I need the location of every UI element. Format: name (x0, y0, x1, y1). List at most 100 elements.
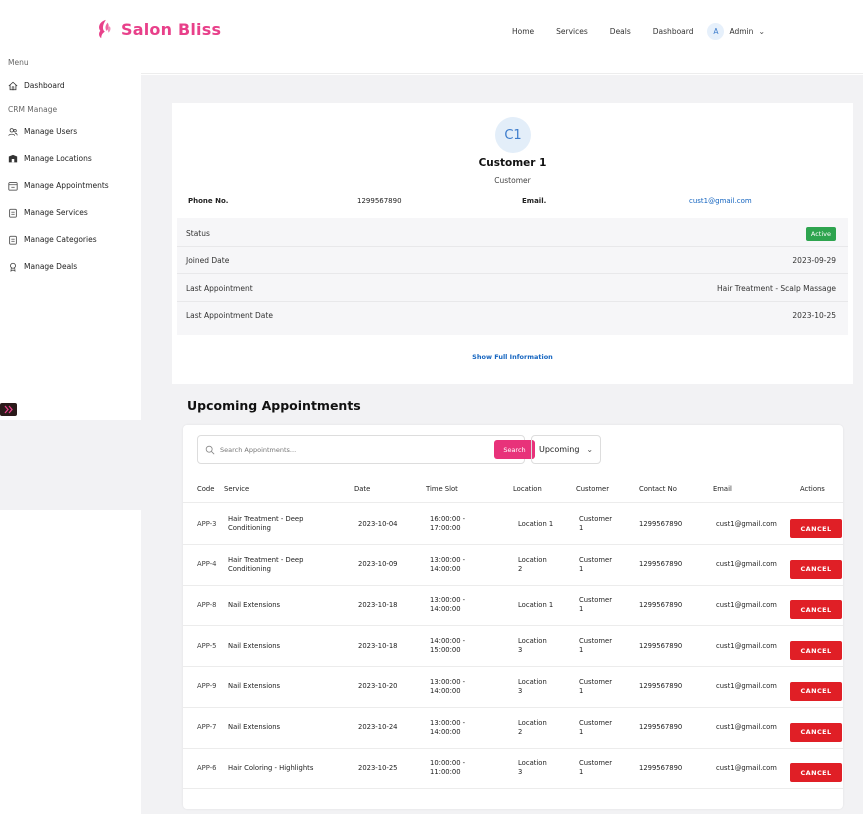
status-row: Status Active (177, 220, 848, 247)
appointment-code: APP-9 (197, 682, 217, 691)
email-link[interactable]: cust1@gmail.com (689, 197, 752, 205)
appointment-location: Location 3 (518, 677, 547, 695)
last-appointment-date-row: Last Appointment Date 2023-10-25 (177, 302, 848, 329)
cancel-appointment-button[interactable]: CANCEL (790, 681, 842, 701)
column-header: Customer (576, 485, 610, 493)
appointment-location: Location 3 (518, 637, 547, 655)
user-avatar[interactable]: A (707, 23, 725, 40)
sidebar-item-label: Manage Services (24, 208, 88, 217)
column-header: Email (713, 485, 732, 493)
last-appointment-date-label: Last Appointment Date (186, 311, 273, 320)
appointment-service: Nail Extensions (228, 600, 281, 609)
cancel-appointment-button[interactable]: CANCEL (790, 600, 842, 620)
appointment-email: cust1@gmail.com (716, 723, 777, 731)
table-row: APP-4 Hair Treatment - Deep Conditioning 20… (183, 545, 843, 586)
clipboard-icon (9, 208, 17, 218)
nav-home-link[interactable]: Home (512, 27, 534, 36)
user-menu-label[interactable]: Admin (729, 27, 753, 36)
status-label: Status (186, 229, 210, 238)
chevron-down-icon: ⌄ (586, 445, 594, 454)
appointment-date: 2023-10-04 (358, 519, 398, 528)
appointment-code: APP-6 (197, 763, 217, 772)
last-appointment-date-value: 2023-10-25 (792, 311, 836, 320)
search-input[interactable]: Search Appointments... Search (197, 435, 535, 464)
appointment-email: cust1@gmail.com (716, 763, 777, 772)
sidebar-toggle-icon[interactable] (0, 403, 17, 416)
sidebar-item-users[interactable]: Manage Users (0, 118, 77, 145)
appointment-filter-select[interactable]: Upcoming ⌄ (531, 435, 601, 464)
nav-dashboard-link[interactable]: Dashboard (653, 27, 694, 36)
appointment-code: APP-7 (197, 723, 217, 731)
appointment-customer: Customer 1 (579, 677, 613, 695)
appointment-time-slot: 13:00:00 -14:00:00 (430, 596, 466, 614)
appointment-code: APP-4 (197, 560, 217, 569)
column-header: Service (224, 485, 250, 493)
sidebar-item-label: Manage Users (24, 127, 78, 136)
cancel-appointment-button[interactable]: CANCEL (790, 641, 842, 661)
sidebar-item-appointments[interactable]: Manage Appointments (0, 172, 109, 199)
appointment-contact: 1299567890 (639, 763, 683, 772)
column-header: Time Slot (426, 485, 458, 493)
search-icon (205, 445, 215, 455)
appointment-code: APP-8 (197, 600, 217, 609)
appointment-code: APP-5 (197, 641, 217, 650)
cancel-appointment-button[interactable]: CANCEL (790, 722, 842, 742)
brand-logo[interactable]: Salon Bliss (93, 18, 221, 40)
appointment-location: Location 2 (518, 555, 547, 573)
chevron-down-icon[interactable]: ⌄ (758, 27, 765, 36)
sidebar: Menu Dashboard CRM Manage Manage Users M… (0, 50, 141, 420)
appointment-time-slot: 13:00:00 -14:00:00 (430, 718, 466, 736)
sidebar-item-dashboard[interactable]: Dashboard (0, 72, 65, 99)
sidebar-item-locations[interactable]: Manage Locations (0, 145, 92, 172)
calendar-icon (8, 181, 18, 191)
appointment-customer: Customer 1 (579, 718, 613, 736)
phone-value: 1299567890 (357, 197, 402, 205)
filter-selected-value: Upcoming (539, 445, 580, 454)
sidebar-menu-heading: Menu (8, 58, 29, 67)
appointment-contact: 1299567890 (639, 641, 683, 650)
table-row: APP-8 Nail Extensions 2023-10-18 13:00:00 -… (183, 585, 843, 627)
appointment-customer: Customer 1 (579, 596, 613, 614)
cancel-appointment-button[interactable]: CANCEL (790, 763, 842, 783)
appointment-email: cust1@gmail.com (716, 600, 777, 609)
appointment-contact: 1299567890 (639, 519, 683, 528)
appointment-contact: 1299567890 (639, 723, 683, 731)
table-header: Code Service Date Time Slot Location Cus… (183, 477, 843, 503)
brand-name: Salon Bliss (121, 19, 222, 39)
sidebar-item-label: Manage Categories (24, 235, 97, 244)
appointment-email: cust1@gmail.com (716, 641, 777, 650)
appointment-service: Hair Coloring - Highlights (228, 763, 314, 772)
search-button[interactable]: Search (494, 440, 535, 459)
sidebar-item-label: Manage Appointments (24, 181, 109, 190)
appointment-email: cust1@gmail.com (716, 682, 777, 691)
cancel-appointment-button[interactable]: CANCEL (790, 519, 842, 538)
appointment-customer: Customer 1 (579, 759, 613, 777)
appointment-email: cust1@gmail.com (716, 519, 777, 528)
nav-deals-link[interactable]: Deals (610, 27, 631, 36)
appointment-service: Nail Extensions (228, 723, 281, 731)
show-full-information-link[interactable]: Show Full Information (172, 353, 853, 361)
cancel-appointment-button[interactable]: CANCEL (790, 559, 842, 579)
sidebar-item-services[interactable]: Manage Services (0, 199, 88, 226)
appointment-code: APP-3 (197, 519, 217, 528)
appointment-service: Nail Extensions (228, 641, 281, 650)
top-nav: Home Services Deals Dashboard A Admin ⌄ (512, 23, 765, 40)
appointment-location: Location 1 (518, 600, 554, 609)
location-icon (8, 154, 18, 162)
sidebar-item-deals[interactable]: Manage Deals (0, 253, 77, 280)
status-badge: Active (805, 227, 836, 241)
appointment-service: Hair Treatment - Deep Conditioning (228, 555, 304, 573)
joined-row: Joined Date 2023-09-29 (177, 247, 848, 274)
joined-label: Joined Date (186, 256, 230, 265)
home-icon (8, 81, 18, 90)
table-row: APP-7 Nail Extensions 2023-10-24 13:00:00 -… (183, 708, 843, 749)
joined-value: 2023-09-29 (792, 256, 836, 265)
sidebar-item-categories[interactable]: Manage Categories (0, 226, 97, 253)
customer-info-table: Status Active Joined Date 2023-09-29 Las… (177, 218, 848, 335)
nav-services-link[interactable]: Services (556, 27, 588, 36)
email-label: Email. (522, 197, 547, 205)
appointment-time-slot: 13:00:00 -14:00:00 (430, 677, 466, 695)
appointment-location: Location 3 (518, 759, 547, 777)
column-header: Contact No (639, 485, 677, 493)
appointment-location: Location 1 (518, 519, 554, 528)
